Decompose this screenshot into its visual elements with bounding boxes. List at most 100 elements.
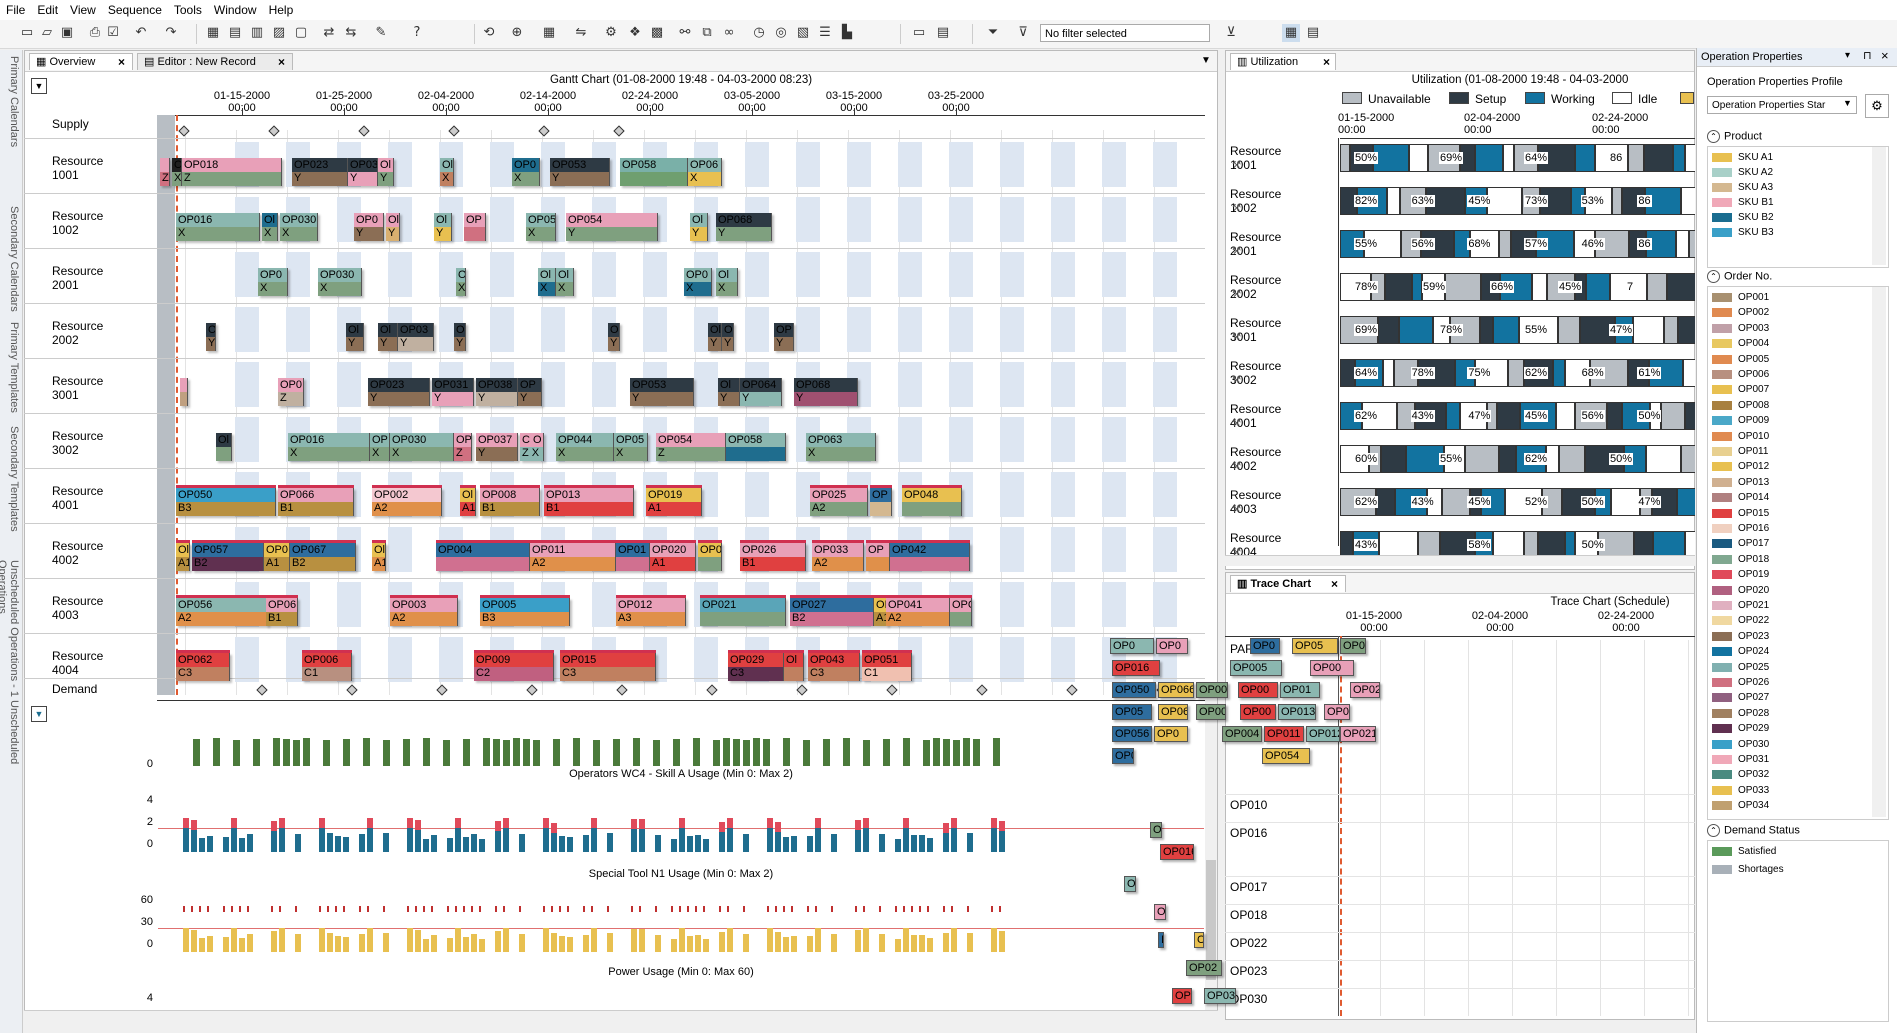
window-list-icon[interactable]: ▤ bbox=[934, 24, 952, 42]
menu-file[interactable]: File bbox=[0, 0, 31, 20]
util-segment[interactable] bbox=[1647, 273, 1667, 301]
trace-chip[interactable]: OP00 bbox=[1238, 682, 1278, 698]
collapse-icon[interactable]: ⌃ bbox=[1707, 270, 1720, 283]
operation-bar[interactable]: OP030 X bbox=[318, 268, 362, 296]
order-scrollbar[interactable] bbox=[1872, 287, 1886, 817]
operation-bar[interactable]: OP bbox=[870, 488, 892, 516]
operation-bar[interactable]: OP0 Y bbox=[354, 213, 384, 241]
list-icon[interactable]: ☰ bbox=[816, 24, 834, 42]
util-segment[interactable] bbox=[1611, 488, 1640, 516]
util-segment[interactable] bbox=[1677, 488, 1695, 516]
operation-bar[interactable]: OP013 B1 bbox=[544, 488, 634, 516]
redo-icon[interactable]: ↷ bbox=[162, 24, 180, 42]
util-segment[interactable] bbox=[1685, 402, 1695, 430]
product-scrollbar[interactable] bbox=[1872, 147, 1886, 265]
operation-bar[interactable]: OP016 X bbox=[176, 213, 260, 241]
operation-bar[interactable]: OP bbox=[866, 543, 890, 571]
globe-icon[interactable]: ◎ bbox=[772, 24, 790, 42]
order-item[interactable]: OP002 bbox=[1708, 306, 1868, 320]
side-tab-primary-calendars[interactable]: Primary Calendars bbox=[2, 56, 20, 147]
forward-icon[interactable]: ⊕ bbox=[508, 24, 526, 42]
table-icon[interactable]: ▦ bbox=[540, 24, 558, 42]
util-segment[interactable] bbox=[1644, 144, 1673, 172]
operation-bar[interactable]: OP025 A2 bbox=[810, 488, 868, 516]
operation-bar[interactable]: OP Y bbox=[518, 378, 542, 406]
util-segment[interactable] bbox=[1376, 488, 1395, 516]
util-segment[interactable] bbox=[1575, 144, 1595, 172]
operation-bar[interactable]: OP03 Y bbox=[348, 158, 378, 186]
order-item[interactable]: OP034 bbox=[1708, 799, 1868, 813]
operation-bar[interactable]: OP Z bbox=[454, 433, 472, 461]
trace-chip[interactable]: OP00 bbox=[1196, 704, 1226, 720]
settings-icon[interactable]: ⚙ bbox=[1865, 94, 1889, 118]
link-mode-icon[interactable]: ⚯ bbox=[676, 24, 694, 42]
util-segment[interactable] bbox=[1664, 316, 1678, 344]
trace-chip[interactable]: OP0 bbox=[1112, 748, 1134, 764]
util-segment[interactable] bbox=[1667, 273, 1695, 301]
db-icon[interactable]: ▧ bbox=[794, 24, 812, 42]
operation-bar[interactable]: OlY bbox=[434, 213, 452, 241]
operation-bar[interactable]: OP054 Y bbox=[566, 213, 658, 241]
operation-bar[interactable]: OP006 C1 bbox=[302, 653, 352, 681]
operation-bar[interactable]: OP0 Z bbox=[278, 378, 304, 406]
util-segment[interactable] bbox=[1673, 144, 1685, 172]
copy-icon[interactable]: ⧉ bbox=[698, 24, 716, 42]
order-item[interactable]: OP014 bbox=[1708, 491, 1868, 505]
menu-edit[interactable]: Edit bbox=[31, 0, 64, 20]
util-segment[interactable] bbox=[1373, 144, 1409, 172]
operation-bar[interactable]: OlX bbox=[716, 268, 738, 296]
util-segment[interactable] bbox=[1399, 316, 1433, 344]
operation-bar[interactable]: Z bbox=[160, 158, 170, 186]
operation-bar[interactable]: OP027 B2 bbox=[790, 598, 874, 626]
swap-icon[interactable]: ⇋ bbox=[572, 24, 590, 42]
util-segment[interactable] bbox=[1559, 445, 1585, 473]
util-segment[interactable] bbox=[1612, 187, 1622, 215]
layout-icon[interactable]: ▤ bbox=[1304, 24, 1322, 42]
gantt-expand-icon[interactable]: ▼ bbox=[31, 78, 47, 94]
util-segment[interactable] bbox=[1378, 316, 1399, 344]
operation-bar[interactable]: OlX bbox=[440, 158, 454, 186]
util-segment[interactable] bbox=[1475, 144, 1503, 172]
util-segment[interactable] bbox=[1499, 445, 1516, 473]
util-segment[interactable] bbox=[1646, 445, 1681, 473]
order-item[interactable]: OP027 bbox=[1708, 691, 1868, 705]
tab-trace-chart[interactable]: ▥ Trace Chart × bbox=[1230, 575, 1346, 592]
collapse-icon[interactable]: ⌃ bbox=[1707, 130, 1720, 143]
operation-bar[interactable]: OlY bbox=[718, 378, 740, 406]
trace-chip[interactable]: OP0 bbox=[1340, 638, 1366, 654]
util-segment[interactable] bbox=[1465, 445, 1499, 473]
operation-bar[interactable]: OlY bbox=[206, 323, 216, 351]
util-segment[interactable] bbox=[1586, 273, 1610, 301]
util-segment[interactable] bbox=[1445, 273, 1481, 301]
link-icon[interactable]: ⇄ bbox=[320, 24, 338, 42]
util-segment[interactable] bbox=[1681, 445, 1695, 473]
operation-bar[interactable]: OP041 A2 bbox=[886, 598, 950, 626]
util-segment[interactable] bbox=[1493, 316, 1519, 344]
operation-bar[interactable]: OP053 Y bbox=[630, 378, 694, 406]
trace-chip[interactable]: Ol bbox=[1150, 822, 1162, 838]
product-item[interactable]: SKU B3 bbox=[1708, 226, 1868, 240]
operation-bar[interactable]: OlY bbox=[378, 158, 394, 186]
close-icon[interactable]: × bbox=[278, 54, 285, 70]
util-segment[interactable] bbox=[1553, 359, 1565, 387]
operation-bar[interactable]: OP0 X bbox=[258, 268, 288, 296]
side-tab-unscheduled-operations[interactable]: Unscheduled Operations - 1 Unscheduled O… bbox=[0, 560, 20, 820]
menu-tools[interactable]: Tools bbox=[168, 0, 208, 20]
filter-icon[interactable]: ⏷ bbox=[984, 24, 1002, 42]
operation-bar[interactable]: OP067 B2 bbox=[290, 543, 356, 571]
operation-bar[interactable]: OP044 X bbox=[556, 433, 614, 461]
order-item[interactable]: OP015 bbox=[1708, 507, 1868, 521]
dock-icon[interactable]: ⊓ bbox=[1863, 49, 1872, 62]
trace-chip[interactable]: I bbox=[1158, 932, 1164, 948]
util-segment[interactable] bbox=[1628, 144, 1644, 172]
trace-chip[interactable]: OP004 bbox=[1222, 726, 1262, 742]
util-segment[interactable] bbox=[1381, 445, 1406, 473]
util-scrollbar[interactable] bbox=[1225, 555, 1695, 566]
trace-chip[interactable]: OP05 bbox=[1292, 638, 1338, 654]
order-item[interactable]: OP008 bbox=[1708, 399, 1868, 413]
operation-bar[interactable]: OP058 bbox=[726, 433, 786, 461]
operation-bar[interactable]: OPC bbox=[950, 598, 972, 626]
util-segment[interactable] bbox=[1387, 187, 1400, 215]
operation-bar[interactable]: OP051 C1 bbox=[862, 653, 912, 681]
operation-bar[interactable]: OlY bbox=[378, 323, 398, 351]
